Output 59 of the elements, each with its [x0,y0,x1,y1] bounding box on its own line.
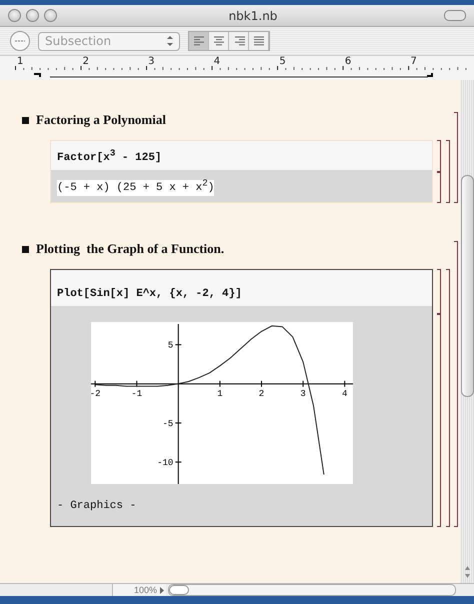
tick-label: 3 [300,389,306,400]
section-heading: Factoring a Polynomial [36,112,166,128]
window-title: nbk1.nb [228,8,278,22]
group-bracket[interactable] [446,140,450,204]
horizontal-scrollbar[interactable] [168,584,456,596]
input-code: Factor[x$^{3}$ - 125] [57,152,162,164]
input-cell[interactable]: Plot[Sin[x] E^x, {x, -2, 4}] [51,270,432,306]
align-center-button[interactable] [209,32,229,50]
tick-label: -10 [157,458,174,468]
tick-label: 2 [258,389,264,400]
tick-label: -5 [162,419,174,430]
align-right-button[interactable] [229,32,249,50]
ruler-number: 1 [16,57,24,67]
tick-label: -2 [91,389,101,400]
zoom-button[interactable] [44,9,57,22]
tick-label: -1 [131,389,142,400]
dots-icon [15,39,25,43]
cell-bracket[interactable] [437,140,441,172]
section-bracket[interactable] [454,112,458,204]
section-bracket[interactable] [454,241,458,528]
scroll-arrows-icon[interactable] [464,565,470,579]
graphics-label: - Graphics - [57,500,138,512]
tick-label: 1 [217,389,223,400]
updown-arrows-icon [167,36,173,46]
align-center-icon [212,36,224,46]
align-right-icon [232,36,244,46]
align-justify-icon [252,36,264,46]
output-text: (-5 + x) (25 + 5 x + x$^{2}$) [57,180,214,196]
close-button[interactable] [8,9,21,22]
scroll-thumb[interactable] [460,175,474,397]
triangle-icon [160,586,164,594]
cell-bracket[interactable] [437,172,441,204]
ruler-number: 2 [82,57,90,67]
cell-bracket[interactable] [437,269,441,314]
section-heading: Plotting the Graph of a Function. [36,241,224,258]
toolbar-toggle-button[interactable] [444,10,466,21]
ruler-number: 6 [344,57,352,67]
output-cell[interactable]: (-5 + x) (25 + 5 x + x$^{2}$) [51,170,432,202]
cell-bracket[interactable] [437,314,441,528]
zoom-menu[interactable]: 100% [112,584,166,596]
ruler-number: 5 [278,57,287,67]
section-bullet-icon [22,116,29,124]
vertical-scrollbar[interactable] [460,80,474,583]
ruler-number: 4 [212,57,222,67]
input-cell[interactable]: Factor[x$^{3}$ - 125] [51,141,432,170]
back-button[interactable] [10,31,30,51]
align-left-button[interactable] [189,32,209,50]
ruler-number: 7 [409,57,418,67]
ruler-number: 3 [147,57,156,67]
section-bullet-icon [22,246,29,253]
input-code: Plot[Sin[x] E^x, {x, -2, 4}] [57,288,242,300]
align-justify-button[interactable] [249,32,269,50]
align-left-icon [192,36,204,46]
graphics-output-cell[interactable]: -2 -1 1 2 3 4 5 -5 -10 - Graphics - [51,306,432,526]
scroll-thumb[interactable] [169,585,189,595]
tick-label: 5 [168,341,174,351]
group-bracket[interactable] [446,269,450,528]
minimize-button[interactable] [26,9,39,22]
tick-label: 4 [342,389,348,400]
